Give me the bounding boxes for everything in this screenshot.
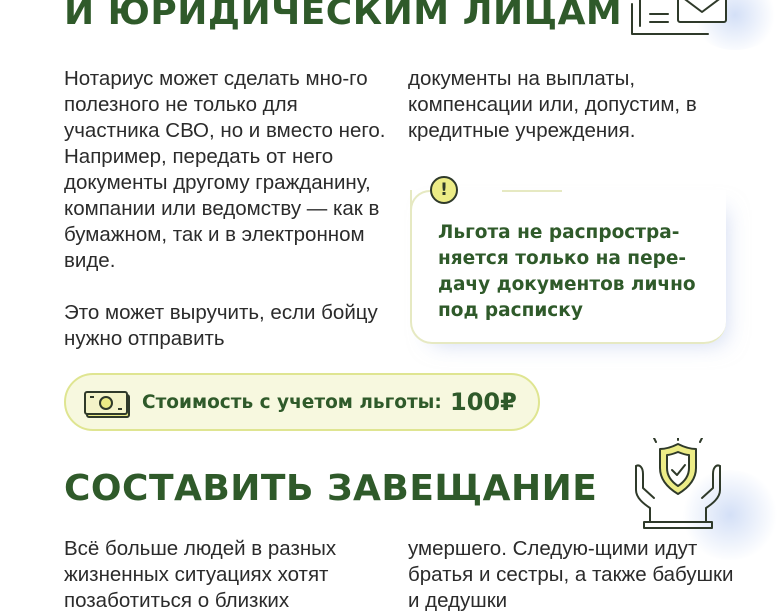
cost-badge: Стоимость с учетом льготы: 100₽: [64, 373, 540, 431]
left-column: Нотариус может сделать мно-го полезного …: [64, 66, 394, 352]
note-text: Льгота не распростра-няется только на пе…: [438, 222, 696, 321]
paragraph: Всё больше людей в разных жизненных ситу…: [64, 537, 337, 612]
paragraph: Это может выручить, если бойцу нужно отп…: [64, 301, 378, 350]
cost-value: 100₽: [450, 388, 517, 416]
section-heading: СОСТАВИТЬ ЗАВЕЩАНИЕ: [64, 468, 598, 509]
right-column: умершего. Следую-щими идут братья и сест…: [408, 536, 738, 614]
section-heading: И ЮРИДИЧЕСКИМ ЛИЦАМ: [64, 0, 623, 33]
exclamation-icon: !: [430, 176, 458, 204]
paragraph: Нотариус может сделать мно-го полезного …: [64, 67, 386, 272]
paragraph: документы на выплаты, компенсации или, д…: [408, 67, 697, 142]
documents-envelope-icon: [631, 0, 727, 35]
banknote-icon: [84, 391, 130, 418]
cost-label: Стоимость с учетом льготы:: [142, 392, 442, 413]
paragraph: умершего. Следую-щими идут братья и сест…: [408, 537, 734, 612]
right-column: документы на выплаты, компенсации или, д…: [408, 66, 738, 144]
note-callout: ! Льгота не распростра-няется только на …: [410, 176, 726, 344]
hands-shield-icon: [635, 438, 721, 529]
left-column: Всё больше людей в разных жизненных ситу…: [64, 536, 394, 614]
